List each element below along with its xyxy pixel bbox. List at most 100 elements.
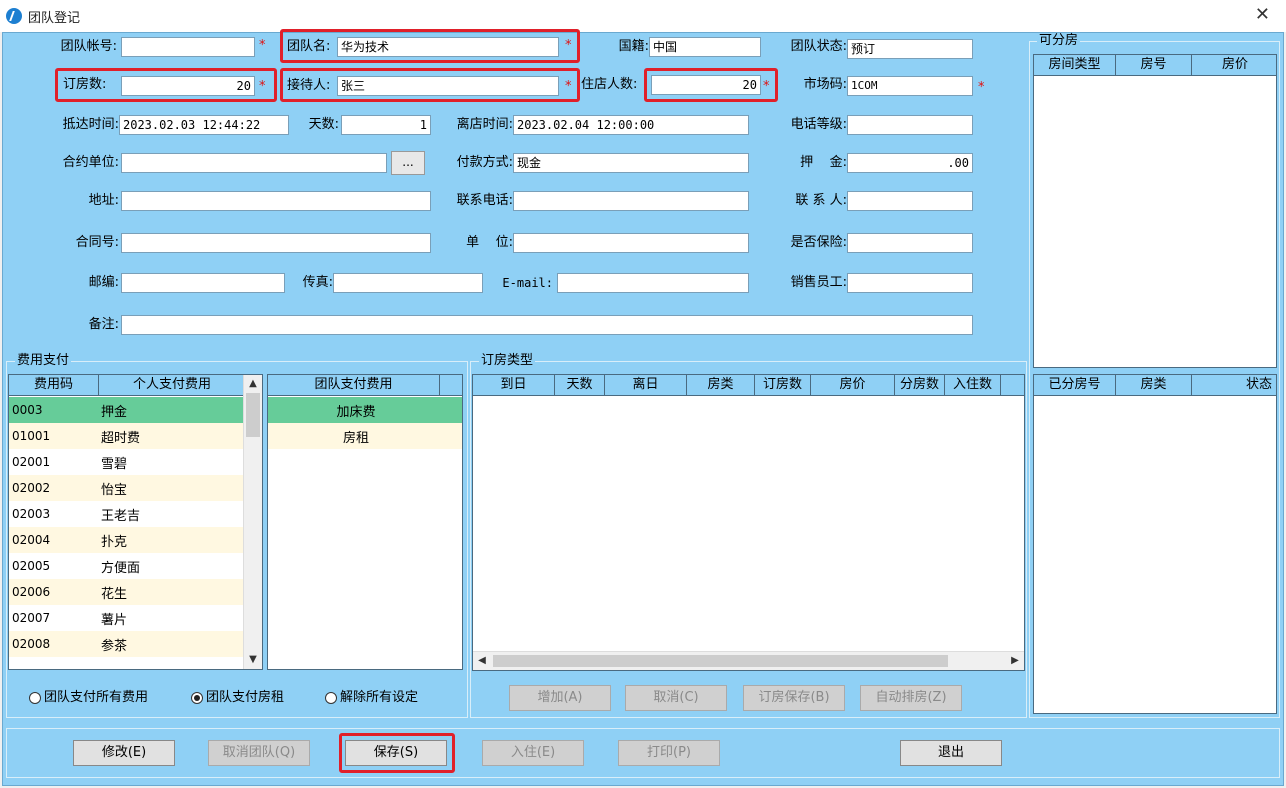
scroll-right-icon[interactable]: ▶ — [1006, 652, 1024, 670]
payment-method-input[interactable]: 现金 — [513, 153, 749, 173]
fee-name: 押金 — [101, 404, 128, 420]
booking-types-table[interactable]: 到日 天数 离日 房类 订房数 房价 分房数 入住数 ◀ ▶ — [472, 374, 1025, 671]
add-booking-button[interactable]: 增加(A) — [509, 685, 611, 711]
column-header-checked-in[interactable]: 入住数 — [945, 375, 1001, 395]
cancel-booking-button[interactable]: 取消(C) — [625, 685, 727, 711]
postcode-input[interactable] — [121, 273, 285, 293]
team-fee-list[interactable]: 团队支付费用 加床费 房租 — [267, 374, 463, 670]
column-header-status[interactable]: 状态 — [1192, 375, 1276, 395]
contract-unit-browse-button[interactable]: ... — [391, 151, 425, 175]
days-input[interactable]: 1 — [341, 115, 431, 135]
list-item[interactable]: 0003 押金 — [9, 397, 246, 423]
list-item[interactable]: 02003 王老吉 — [9, 501, 246, 527]
list-item[interactable]: 02006 花生 — [9, 579, 246, 605]
team-account-input[interactable] — [121, 37, 255, 57]
arrival-time-input[interactable]: 2023.02.03 12:44:22 — [119, 115, 289, 135]
fee-name: 怡宝 — [101, 482, 128, 498]
column-header-days[interactable]: 天数 — [555, 375, 605, 395]
booked-rooms-input[interactable]: 20 — [121, 76, 255, 96]
address-input[interactable] — [121, 191, 431, 211]
contract-unit-input[interactable] — [121, 153, 387, 173]
team-status-label: 团队状态: — [790, 39, 847, 54]
column-header-personal-fee[interactable]: 个人支付费用 — [99, 375, 246, 395]
checkin-button[interactable]: 入住(E) — [482, 740, 584, 766]
column-header-room-type[interactable]: 房类 — [687, 375, 755, 395]
team-name-input[interactable]: 华为技术 — [337, 37, 559, 57]
column-header-price[interactable]: 房价 — [1192, 55, 1276, 75]
list-item[interactable]: 加床费 — [268, 397, 462, 423]
save-button[interactable]: 保存(S) — [345, 740, 447, 766]
fee-code: 02002 — [12, 481, 51, 495]
deposit-input[interactable]: .00 — [847, 153, 973, 173]
postcode-label: 邮编: — [88, 275, 119, 290]
available-rooms-table[interactable]: 房间类型 房号 房价 — [1033, 54, 1277, 368]
phone-level-input[interactable] — [847, 115, 973, 135]
column-header-assigned[interactable]: 分房数 — [895, 375, 945, 395]
vertical-scrollbar[interactable]: ▲ ▼ — [243, 375, 262, 669]
nationality-input[interactable]: 中国 — [649, 37, 761, 57]
scrollbar-thumb[interactable] — [493, 655, 948, 667]
column-header-room-type[interactable]: 房间类型 — [1034, 55, 1116, 75]
column-header-price[interactable]: 房价 — [811, 375, 895, 395]
list-item[interactable]: 02007 薯片 — [9, 605, 246, 631]
booking-types-title: 订房类型 — [479, 353, 536, 369]
radio-clear-settings[interactable]: 解除所有设定 — [325, 688, 418, 708]
list-item[interactable]: 01001 超时费 — [9, 423, 246, 449]
horizontal-scrollbar[interactable]: ◀ ▶ — [473, 651, 1024, 670]
list-item[interactable]: 02002 怡宝 — [9, 475, 246, 501]
cancel-team-button[interactable]: 取消团队(Q) — [208, 740, 310, 766]
remarks-input[interactable] — [121, 315, 973, 335]
radio-team-pay-room[interactable]: 团队支付房租 — [191, 688, 284, 708]
fee-name: 王老吉 — [101, 508, 141, 524]
list-item[interactable]: 房租 — [268, 423, 462, 449]
team-status-input[interactable]: 预订 — [847, 39, 973, 59]
column-header-room-type[interactable]: 房类 — [1116, 375, 1192, 395]
contact-person-input[interactable] — [847, 191, 973, 211]
print-button[interactable]: 打印(P) — [618, 740, 720, 766]
radio-circle-icon — [325, 692, 337, 704]
close-icon[interactable]: ✕ — [1255, 4, 1270, 25]
list-item[interactable]: 02001 雪碧 — [9, 449, 246, 475]
column-header-team-fee[interactable]: 团队支付费用 — [268, 375, 440, 395]
unit-input[interactable] — [513, 233, 749, 253]
radio-team-pay-all[interactable]: 团队支付所有费用 — [29, 688, 148, 708]
fee-name: 花生 — [101, 586, 128, 602]
column-header-rooms[interactable]: 订房数 — [755, 375, 811, 395]
column-header-fee-code[interactable]: 费用码 — [9, 375, 99, 395]
scroll-down-icon[interactable]: ▼ — [244, 651, 262, 669]
email-input[interactable] — [557, 273, 749, 293]
column-header-room-no[interactable]: 房号 — [1116, 55, 1192, 75]
scroll-up-icon[interactable]: ▲ — [244, 375, 262, 393]
modify-button[interactable]: 修改(E) — [73, 740, 175, 766]
fee-code: 01001 — [12, 429, 51, 443]
required-mark: * — [259, 38, 266, 53]
scroll-left-icon[interactable]: ◀ — [473, 652, 491, 670]
list-item[interactable]: 02008 参茶 — [9, 631, 246, 657]
market-code-input[interactable]: 1COM — [847, 76, 973, 96]
exit-button[interactable]: 退出 — [900, 740, 1002, 766]
team-registration-form: 团队帐号: * 团队名: 华为技术 * 国籍: 中国 团队状态: 预订 订房数:… — [2, 29, 1284, 786]
guest-count-input[interactable]: 20 — [651, 75, 761, 95]
list-item[interactable]: 02005 方便面 — [9, 553, 246, 579]
contract-no-label: 合同号: — [75, 235, 119, 250]
address-label: 地址: — [88, 193, 119, 208]
list-item[interactable]: 02004 扑克 — [9, 527, 246, 553]
column-header-arrival[interactable]: 到日 — [473, 375, 555, 395]
departure-time-input[interactable]: 2023.02.04 12:00:00 — [513, 115, 749, 135]
email-label: E-mail: — [502, 276, 553, 290]
fax-input[interactable] — [333, 273, 483, 293]
auto-assign-button[interactable]: 自动排房(Z) — [860, 685, 962, 711]
contract-no-input[interactable] — [121, 233, 431, 253]
receptionist-input[interactable]: 张三 — [337, 76, 559, 96]
assigned-rooms-table[interactable]: 已分房号 房类 状态 — [1033, 374, 1277, 714]
booked-rooms-label: 订房数: — [63, 77, 107, 92]
personal-fee-list[interactable]: 费用码 个人支付费用 0003 押金 01001 超时费 02001 雪碧 02002… — [8, 374, 263, 670]
insured-input[interactable] — [847, 233, 973, 253]
column-header-departure[interactable]: 离日 — [605, 375, 687, 395]
column-header-assigned-room-no[interactable]: 已分房号 — [1034, 375, 1116, 395]
contact-phone-input[interactable] — [513, 191, 749, 211]
market-code-label: 市场码: — [803, 77, 847, 92]
scrollbar-thumb[interactable] — [246, 393, 260, 437]
save-booking-button[interactable]: 订房保存(B) — [743, 685, 845, 711]
sales-staff-input[interactable] — [847, 273, 973, 293]
